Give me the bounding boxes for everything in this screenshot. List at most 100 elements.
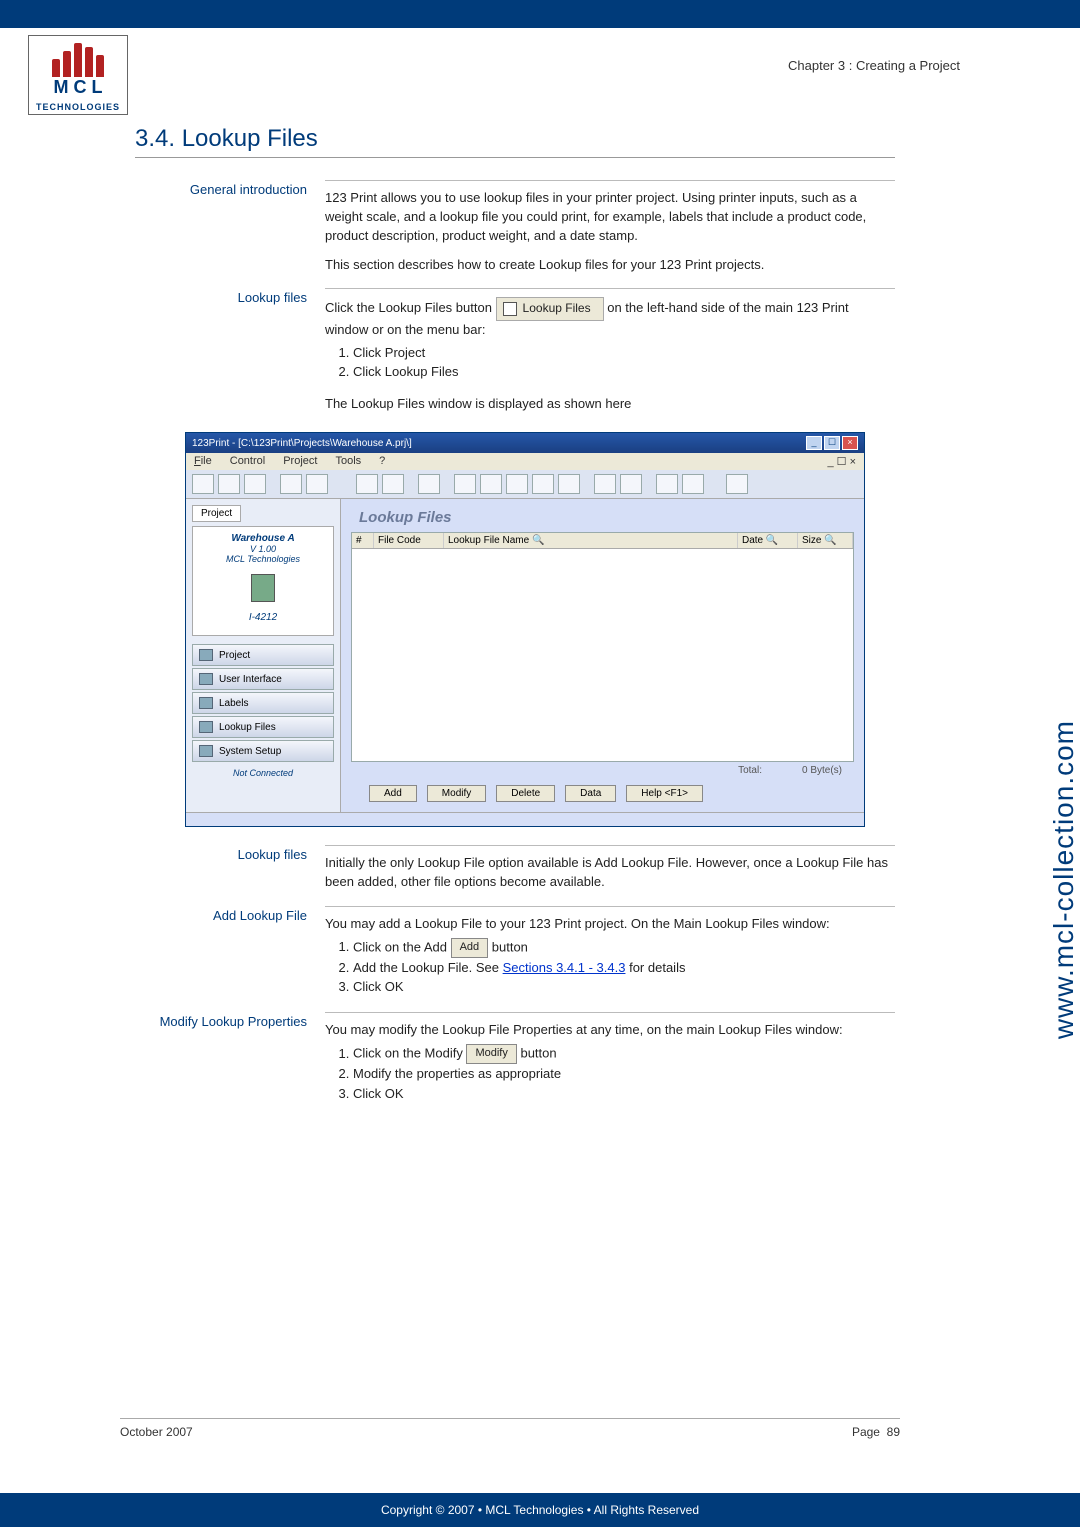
logo-mcl-text: M C L: [35, 77, 121, 98]
col-size[interactable]: Size 🔍: [798, 533, 853, 548]
nav-user-interface[interactable]: User Interface: [192, 668, 334, 690]
tool-play-icon[interactable]: [682, 474, 704, 494]
lookup-files-button-inline[interactable]: Lookup Files: [496, 297, 604, 320]
tool-send2-icon[interactable]: [382, 474, 404, 494]
tool-print-icon[interactable]: [306, 474, 328, 494]
menu-control[interactable]: Control: [230, 455, 265, 468]
tool-connect-icon[interactable]: [280, 474, 302, 494]
menu-project[interactable]: Project: [283, 455, 317, 468]
search-icon[interactable]: 🔍: [766, 535, 778, 546]
project-tab[interactable]: Project: [192, 505, 241, 522]
window-title: 123Print - [C:\123Print\Projects\Warehou…: [192, 438, 412, 449]
section-heading: 3.4. Lookup Files: [135, 125, 895, 158]
row-lookup2: Lookup files Initially the only Lookup F…: [135, 845, 895, 892]
modify-li1: Click on the Modify Modify button: [353, 1044, 895, 1064]
connection-status: Not Connected: [192, 768, 334, 778]
label-icon: [199, 697, 213, 709]
add-li2: Add the Lookup File. See Sections 3.4.1 …: [353, 959, 895, 978]
minimize-icon[interactable]: _: [806, 436, 822, 450]
list-icon: [503, 302, 517, 316]
app-screenshot: 123Print - [C:\123Print\Projects\Warehou…: [185, 432, 865, 827]
close-icon[interactable]: ×: [842, 436, 858, 450]
add-button-inline[interactable]: Add: [451, 938, 489, 958]
tool-c-icon[interactable]: [506, 474, 528, 494]
btn-data[interactable]: Data: [565, 785, 616, 802]
btn-delete[interactable]: Delete: [496, 785, 555, 802]
total-label: Total:: [738, 765, 762, 776]
tool-b-icon[interactable]: [480, 474, 502, 494]
tool-screen-icon[interactable]: [620, 474, 642, 494]
search-icon[interactable]: 🔍: [824, 535, 836, 546]
top-bar: [0, 0, 1080, 28]
row-general: General introduction 123 Print allows yo…: [135, 180, 895, 274]
footer-date: October 2007: [120, 1425, 193, 1439]
col-date[interactable]: Date 🔍: [738, 533, 798, 548]
col-code[interactable]: File Code: [374, 533, 444, 548]
nav-system-setup[interactable]: System Setup: [192, 740, 334, 762]
tool-send-icon[interactable]: [356, 474, 378, 494]
row-modify: Modify Lookup Properties You may modify …: [135, 1012, 895, 1104]
menu-bar: File Control Project Tools ? _ ☐ ×: [186, 453, 864, 470]
add-li1: Click on the Add Add button: [353, 938, 895, 958]
left-nav: Project User Interface Labels Lookup Fil…: [192, 644, 334, 762]
lookup2-body: Initially the only Lookup File option av…: [325, 845, 895, 892]
logo-sub-text: TECHNOLOGIES: [35, 102, 121, 112]
chapter-header: Chapter 3 : Creating a Project: [788, 58, 960, 73]
maximize-icon[interactable]: ☐: [824, 436, 840, 450]
panel-title: Lookup Files: [359, 509, 854, 526]
total-value: 0 Byte(s): [802, 765, 842, 776]
gear-icon: [199, 745, 213, 757]
window-titlebar: 123Print - [C:\123Print\Projects\Warehou…: [186, 433, 864, 453]
label-add: Add Lookup File: [135, 906, 325, 923]
mdi-controls[interactable]: _ ☐ ×: [827, 455, 856, 468]
search-icon[interactable]: 🔍: [532, 535, 544, 546]
project-company: MCL Technologies: [195, 554, 331, 564]
nav-lookup-files[interactable]: Lookup Files: [192, 716, 334, 738]
col-num[interactable]: #: [352, 533, 374, 548]
col-name[interactable]: Lookup File Name 🔍: [444, 533, 738, 548]
copyright-bar: Copyright © 2007 • MCL Technologies • Al…: [0, 1493, 1080, 1527]
label-lookup1: Lookup files: [135, 288, 325, 305]
right-panel: Lookup Files # File Code Lookup File Nam…: [341, 499, 864, 812]
btn-modify[interactable]: Modify: [427, 785, 486, 802]
total-row: Total: 0 Byte(s): [351, 762, 854, 779]
btn-add[interactable]: Add: [369, 785, 417, 802]
side-url: www.mcl-collection.com: [1048, 720, 1080, 1039]
ui-icon: [199, 673, 213, 685]
tool-grid-icon[interactable]: [558, 474, 580, 494]
sections-link[interactable]: Sections 3.4.1 - 3.4.3: [503, 960, 626, 975]
main-content: 3.4. Lookup Files General introduction 1…: [135, 125, 895, 1119]
table-header: # File Code Lookup File Name 🔍 Date 🔍 Si…: [352, 533, 853, 549]
menu-file[interactable]: File: [194, 455, 212, 468]
general-p2: This section describes how to create Loo…: [325, 256, 895, 275]
printer-model: I-4212: [195, 612, 331, 623]
add-p: You may add a Lookup File to your 123 Pr…: [325, 915, 895, 934]
label-lookup2: Lookup files: [135, 845, 325, 862]
tool-open-icon[interactable]: [218, 474, 240, 494]
tool-clock-icon[interactable]: [594, 474, 616, 494]
printer-icon: [251, 574, 275, 602]
modify-li3: Click OK: [353, 1085, 895, 1104]
label-general: General introduction: [135, 180, 325, 197]
tool-a-icon[interactable]: [454, 474, 476, 494]
nav-labels[interactable]: Labels: [192, 692, 334, 714]
tool-stop-icon[interactable]: [656, 474, 678, 494]
tool-new-icon[interactable]: [192, 474, 214, 494]
left-panel: Project Warehouse A V 1.00 MCL Technolog…: [186, 499, 341, 812]
modify-button-inline[interactable]: Modify: [466, 1044, 516, 1064]
btn-help[interactable]: Help <F1>: [626, 785, 703, 802]
footer-page: Page 89: [852, 1425, 900, 1439]
modify-p: You may modify the Lookup File Propertie…: [325, 1021, 895, 1040]
modify-li2: Modify the properties as appropriate: [353, 1065, 895, 1084]
tool-help-icon[interactable]: [726, 474, 748, 494]
mcl-logo: M C L TECHNOLOGIES: [28, 35, 128, 115]
row-add: Add Lookup File You may add a Lookup Fil…: [135, 906, 895, 998]
tool-d-icon[interactable]: [532, 474, 554, 494]
table-buttons: Add Modify Delete Data Help <F1>: [351, 779, 854, 806]
nav-project[interactable]: Project: [192, 644, 334, 666]
tool-wand-icon[interactable]: [418, 474, 440, 494]
menu-tools[interactable]: Tools: [335, 455, 361, 468]
menu-help[interactable]: ?: [379, 455, 385, 468]
modify-steps: Click on the Modify Modify button Modify…: [353, 1044, 895, 1104]
tool-save-icon[interactable]: [244, 474, 266, 494]
